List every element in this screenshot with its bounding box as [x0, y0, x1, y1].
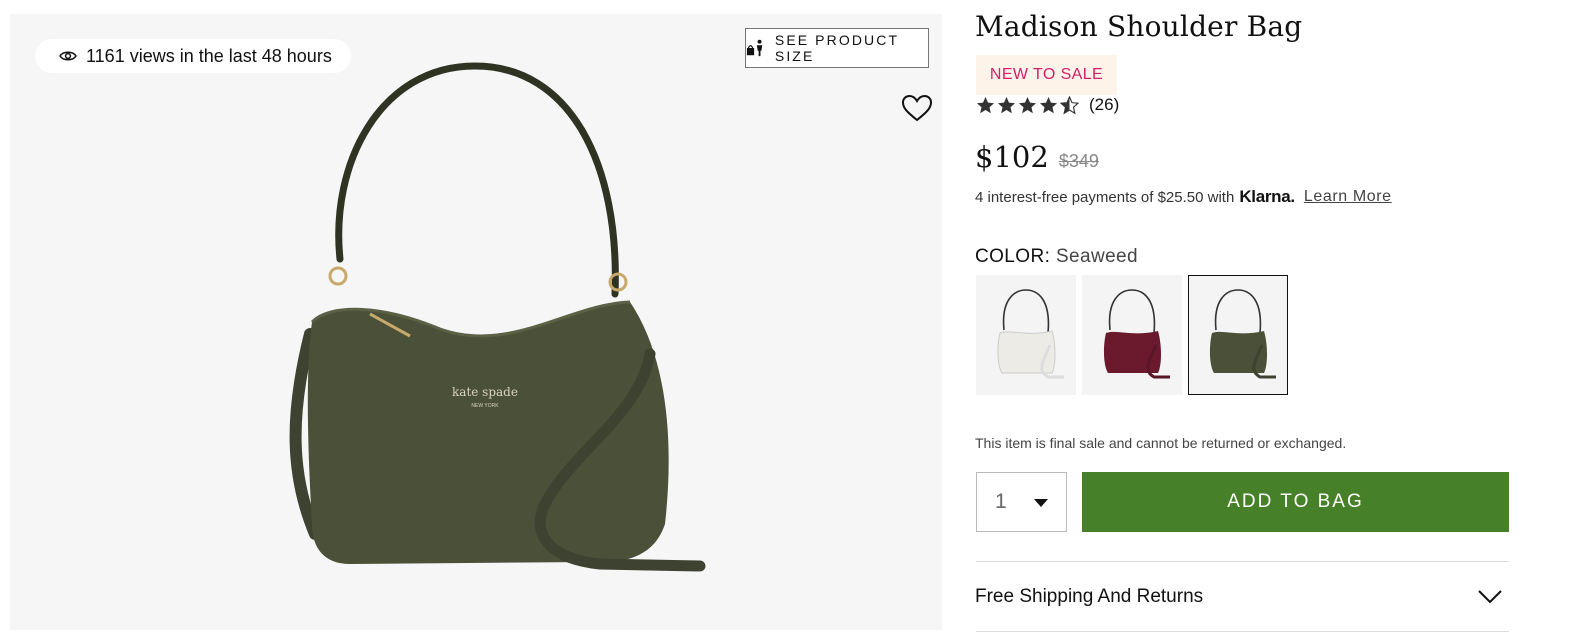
divider: [976, 561, 1509, 562]
original-price: $349: [1058, 151, 1099, 171]
star-icon: [997, 96, 1016, 113]
color-value: Seaweed: [1055, 246, 1138, 267]
caret-down-icon: [1034, 499, 1048, 507]
swatch-parchment[interactable]: [976, 275, 1076, 395]
bag-thumbnail-icon: [997, 289, 1064, 379]
heart-icon[interactable]: [901, 94, 933, 122]
see-product-size-button[interactable]: SEE PRODUCT SIZE: [745, 28, 929, 68]
klarna-text: 4 interest-free payments of $25.50 with: [975, 188, 1235, 206]
swatch-seaweed[interactable]: [1188, 275, 1288, 395]
half-star-icon: [1060, 95, 1079, 114]
brand-logo-text: kate spade: [452, 385, 518, 399]
quantity-select[interactable]: 1: [976, 472, 1067, 532]
new-to-sale-badge: NEW TO SALE: [976, 55, 1117, 95]
color-label-key: COLOR:: [975, 246, 1051, 267]
color-swatches: [976, 275, 1288, 395]
shipping-label: Free Shipping And Returns: [975, 586, 1204, 607]
shipping-accordion[interactable]: Free Shipping And Returns: [975, 579, 1509, 615]
eye-icon: [59, 51, 77, 61]
product-gallery: 1161 views in the last 48 hours SEE PROD…: [10, 14, 942, 630]
final-sale-note: This item is final sale and cannot be re…: [975, 435, 1347, 451]
divider: [976, 631, 1509, 632]
klarna-installments: 4 interest-free payments of $25.50 with …: [975, 187, 1392, 207]
sale-price: $102: [975, 140, 1049, 174]
product-image: kate spade NEW YORK: [289, 62, 706, 572]
product-title: Madison Shoulder Bag: [975, 10, 1303, 43]
quantity-value: 1: [995, 490, 1007, 513]
star-icon: [976, 96, 995, 113]
rating[interactable]: (26): [976, 95, 1119, 115]
swatch-burgundy[interactable]: [1082, 275, 1182, 395]
bag-thumbnail-icon: [1103, 289, 1170, 379]
bag-thumbnail-icon: [1209, 289, 1276, 379]
add-to-bag-button[interactable]: ADD TO BAG: [1082, 472, 1509, 532]
learn-more-link[interactable]: Learn More: [1304, 188, 1392, 206]
person-bag-size-icon: [746, 39, 763, 57]
klarna-logo: Klarna.: [1239, 187, 1295, 206]
review-count[interactable]: (26): [1089, 95, 1119, 115]
see-product-size-label: SEE PRODUCT SIZE: [774, 32, 899, 64]
color-label: COLOR: Seaweed: [975, 246, 1138, 268]
chevron-down-icon: [1478, 590, 1502, 604]
star-icon: [1039, 96, 1058, 113]
brand-logo-sub: NEW YORK: [471, 403, 499, 409]
price-row: $102 $349: [975, 140, 1099, 174]
star-icon: [1018, 96, 1037, 113]
